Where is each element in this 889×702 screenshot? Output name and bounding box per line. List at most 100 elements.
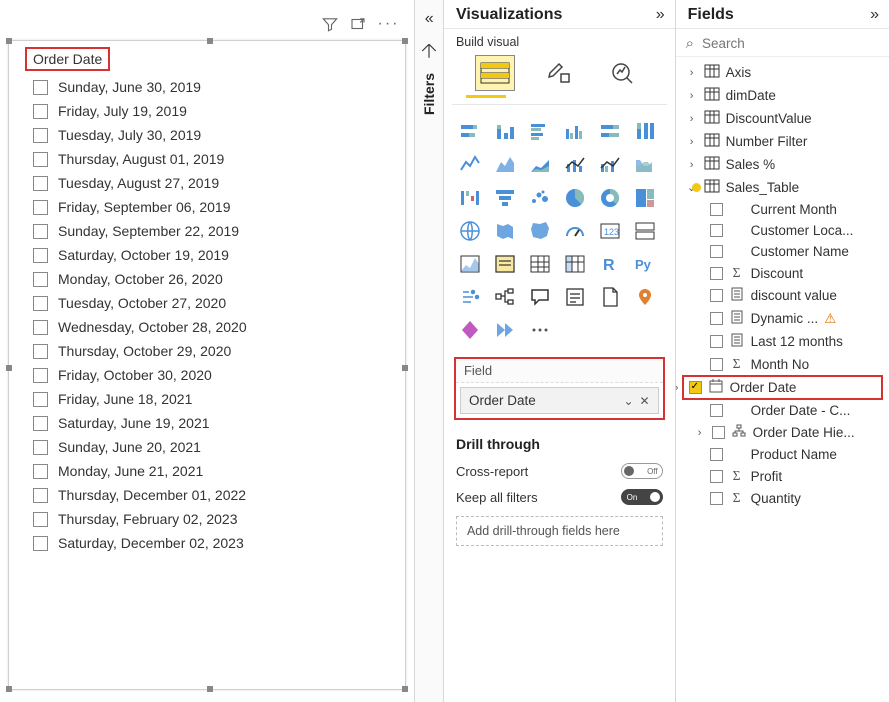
remove-field-icon[interactable]: ✕: [640, 394, 650, 408]
checkbox-icon[interactable]: [33, 296, 48, 311]
slicer-item[interactable]: Tuesday, August 27, 2019: [33, 171, 395, 195]
checkbox-icon[interactable]: [33, 512, 48, 527]
py-visual-icon[interactable]: Py: [631, 251, 659, 277]
stacked-column-icon[interactable]: [491, 119, 519, 145]
field-checkbox[interactable]: [710, 312, 723, 325]
slicer-item[interactable]: Friday, July 19, 2019: [33, 99, 395, 123]
checkbox-icon[interactable]: [33, 416, 48, 431]
checkbox-icon[interactable]: [33, 128, 48, 143]
area-chart-icon[interactable]: [491, 152, 519, 178]
slicer-item[interactable]: Saturday, December 02, 2023: [33, 531, 395, 555]
checkbox-icon[interactable]: [33, 104, 48, 119]
field-checkbox[interactable]: [689, 381, 702, 394]
funnel-chart-icon[interactable]: [491, 185, 519, 211]
narrative-icon[interactable]: [561, 284, 589, 310]
cross-report-toggle[interactable]: Off: [621, 463, 663, 479]
shape-map-icon[interactable]: [526, 218, 554, 244]
tab-analytics[interactable]: [603, 55, 643, 91]
chevron-down-icon[interactable]: ⌄: [686, 181, 698, 194]
stacked-area-icon[interactable]: [526, 152, 554, 178]
slicer-item[interactable]: Sunday, June 20, 2021: [33, 435, 395, 459]
chevron-right-icon[interactable]: ›: [686, 113, 698, 125]
slicer-item[interactable]: Friday, September 06, 2019: [33, 195, 395, 219]
slicer-item[interactable]: Thursday, February 02, 2023: [33, 507, 395, 531]
field-row[interactable]: ›Order Date: [682, 375, 883, 400]
treemap-icon[interactable]: [631, 185, 659, 211]
checkbox-icon[interactable]: [33, 80, 48, 95]
checkbox-icon[interactable]: [33, 224, 48, 239]
filter-icon[interactable]: [321, 15, 339, 33]
field-row[interactable]: Order Date - C...: [682, 400, 883, 421]
checkbox-icon[interactable]: [33, 368, 48, 383]
slicer-item[interactable]: Sunday, September 22, 2019: [33, 219, 395, 243]
r-visual-icon[interactable]: R: [596, 251, 624, 277]
checkbox-icon[interactable]: [33, 176, 48, 191]
donut-chart-icon[interactable]: [596, 185, 624, 211]
chevron-right-icon[interactable]: ›: [686, 90, 698, 102]
slicer-item[interactable]: Thursday, December 01, 2022: [33, 483, 395, 507]
field-row[interactable]: ΣDiscount: [682, 262, 883, 284]
field-well-item[interactable]: Order Date ⌄ ✕: [460, 387, 659, 414]
card-icon[interactable]: 123: [596, 218, 624, 244]
checkbox-icon[interactable]: [33, 392, 48, 407]
line-chart-icon[interactable]: [456, 152, 484, 178]
slicer-item[interactable]: Sunday, June 30, 2019: [33, 75, 395, 99]
multi-row-card-icon[interactable]: [631, 218, 659, 244]
field-row[interactable]: Last 12 months: [682, 330, 883, 353]
keep-filters-toggle[interactable]: On: [621, 489, 663, 505]
table-row[interactable]: ›DiscountValue: [682, 107, 883, 130]
field-checkbox[interactable]: [710, 448, 723, 461]
drill-through-drop[interactable]: Add drill-through fields here: [456, 516, 663, 546]
field-row[interactable]: discount value: [682, 284, 883, 307]
search-input[interactable]: [702, 36, 879, 51]
field-row[interactable]: Dynamic ... ⚠: [682, 307, 883, 330]
clustered-bar-icon[interactable]: [526, 119, 554, 145]
field-row[interactable]: ΣProfit: [682, 465, 883, 487]
slicer-item[interactable]: Thursday, August 01, 2019: [33, 147, 395, 171]
slicer-item[interactable]: Wednesday, October 28, 2020: [33, 315, 395, 339]
decomposition-tree-icon[interactable]: [491, 284, 519, 310]
arcgis-map-icon[interactable]: [631, 284, 659, 310]
field-row[interactable]: Customer Loca...: [682, 220, 883, 241]
tab-format-visual[interactable]: [539, 55, 579, 91]
slicer-visual[interactable]: ··· Order Date Sunday, June 30, 2019Frid…: [8, 40, 406, 690]
checkbox-icon[interactable]: [33, 536, 48, 551]
checkbox-icon[interactable]: [33, 320, 48, 335]
slicer-item[interactable]: Thursday, October 29, 2020: [33, 339, 395, 363]
field-checkbox[interactable]: [710, 245, 723, 258]
checkbox-icon[interactable]: [33, 464, 48, 479]
table-row[interactable]: ›dimDate: [682, 84, 883, 107]
field-checkbox[interactable]: [710, 267, 723, 280]
field-checkbox[interactable]: [710, 358, 723, 371]
slicer-item[interactable]: Monday, June 21, 2021: [33, 459, 395, 483]
fields-tree[interactable]: ›Axis›dimDate›DiscountValue›Number Filte…: [676, 57, 889, 702]
checkbox-icon[interactable]: [33, 248, 48, 263]
table-row[interactable]: ›Number Filter: [682, 130, 883, 153]
slicer-item[interactable]: Tuesday, October 27, 2020: [33, 291, 395, 315]
chevron-right-icon[interactable]: ›: [676, 382, 683, 394]
key-influencers-icon[interactable]: [456, 284, 484, 310]
checkbox-icon[interactable]: [33, 440, 48, 455]
collapse-visualizations-icon[interactable]: »: [656, 6, 665, 24]
waterfall-icon[interactable]: [456, 185, 484, 211]
chevron-right-icon[interactable]: ›: [686, 159, 698, 171]
filled-map-icon[interactable]: [491, 218, 519, 244]
qa-visual-icon[interactable]: [526, 284, 554, 310]
field-row[interactable]: ΣMonth No: [682, 353, 883, 375]
field-checkbox[interactable]: [710, 224, 723, 237]
slicer-item[interactable]: Tuesday, July 30, 2019: [33, 123, 395, 147]
filters-pane-collapsed[interactable]: « Filters: [414, 0, 443, 702]
slicer-item[interactable]: Friday, October 30, 2020: [33, 363, 395, 387]
checkbox-icon[interactable]: [33, 152, 48, 167]
line-stacked-column-icon[interactable]: [561, 152, 589, 178]
field-checkbox[interactable]: [710, 289, 723, 302]
field-checkbox[interactable]: [710, 203, 723, 216]
chevron-right-icon[interactable]: ›: [686, 67, 698, 79]
map-icon[interactable]: [456, 218, 484, 244]
paginated-report-icon[interactable]: [596, 284, 624, 310]
table-row-expanded[interactable]: ⌄Sales_Table: [682, 176, 883, 199]
checkbox-icon[interactable]: [33, 344, 48, 359]
line-clustered-column-icon[interactable]: [596, 152, 624, 178]
field-checkbox[interactable]: [710, 470, 723, 483]
kpi-icon[interactable]: [456, 251, 484, 277]
